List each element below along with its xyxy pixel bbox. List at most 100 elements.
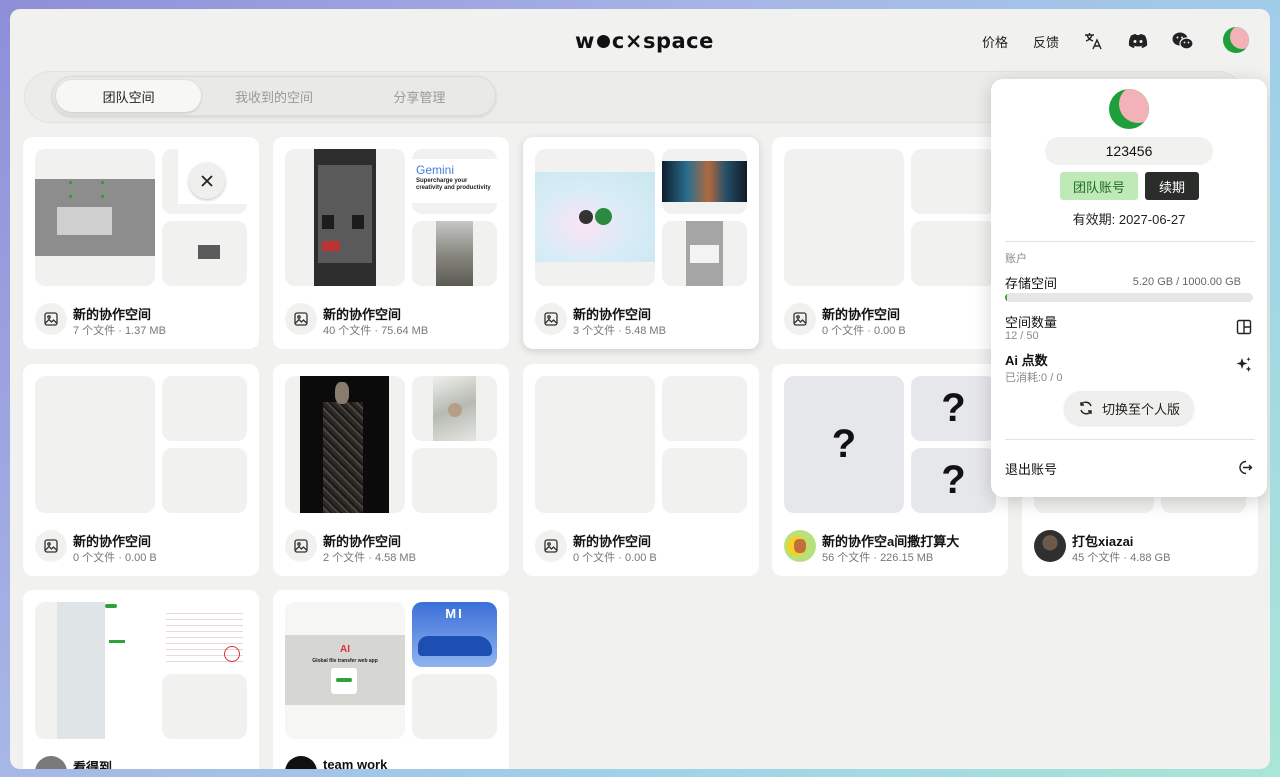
space-tabs: 团队空间 我收到的空间 分享管理 <box>52 76 496 116</box>
logo-dot <box>596 34 610 48</box>
logo[interactable]: w c ×space <box>575 27 714 55</box>
gemini-brand: Gemini <box>416 163 455 177</box>
image-icon <box>35 530 67 562</box>
card-title: 新的协作空间 <box>573 534 652 549</box>
storage-bar <box>1005 293 1253 302</box>
renew-button[interactable]: 续期 <box>1145 172 1199 200</box>
space-card[interactable]: 新的协作空间 0 个文件 · 0.00 B <box>23 364 259 576</box>
card-title: 新的协作空间 <box>323 534 402 549</box>
card-meta: 3 个文件 · 5.48 MB <box>573 325 666 337</box>
nav-pricing-wrap: 价格 <box>982 29 1008 53</box>
account-avatar <box>1109 89 1149 129</box>
card-meta: 7 个文件 · 1.37 MB <box>73 325 166 337</box>
tab-team-space[interactable]: 团队空间 <box>56 80 202 112</box>
thumbnail <box>162 221 247 286</box>
image-icon <box>285 530 317 562</box>
space-card[interactable]: 新的协作空间 3 个文件 · 5.48 MB <box>523 137 759 349</box>
thumbnail <box>285 149 405 286</box>
gemini-tagline: Supercharge your creativity and producti… <box>416 178 491 191</box>
space-card[interactable]: 新的协作空间 2 个文件 · 4.58 MB <box>273 364 509 576</box>
thumbnail: ? <box>911 376 996 441</box>
thumbnail <box>662 149 747 214</box>
account-popover: 123456 团队账号 续期 有效期: 2027-06-27 账户 存储空间 5… <box>991 79 1267 497</box>
space-avatar <box>285 756 317 769</box>
divider <box>1005 439 1255 440</box>
storage-label: 存储空间 <box>1005 276 1058 291</box>
account-section-label: 账户 <box>1005 253 1027 265</box>
user-id: 123456 <box>1045 137 1213 165</box>
thumbnail: ? <box>784 376 904 513</box>
thumbnail: MI <box>412 602 497 667</box>
card-title: 新的协作空间 <box>323 307 402 322</box>
avatar-face <box>1119 89 1149 123</box>
thumbnail <box>662 376 747 441</box>
card-title: 新的协作空间 <box>73 534 152 549</box>
discord-icon[interactable] <box>1127 30 1149 52</box>
logout-icon[interactable] <box>1235 458 1253 476</box>
thumbnail <box>911 149 996 214</box>
nav-feedback[interactable]: 反馈 <box>1033 32 1059 51</box>
thumbnail <box>162 674 247 739</box>
tab-share-management[interactable]: 分享管理 <box>347 80 492 112</box>
image-icon <box>35 303 67 335</box>
card-title: 看得到 <box>73 760 113 769</box>
refresh-icon <box>1080 401 1092 415</box>
space-avatar <box>1034 530 1066 562</box>
nav-feedback-wrap: 反馈 <box>1033 29 1059 53</box>
thumbnail <box>35 149 155 286</box>
thumbnail <box>162 602 247 667</box>
thumbnail <box>35 602 155 739</box>
question-mark: ? <box>941 386 966 430</box>
layout-icon <box>1235 318 1253 336</box>
card-title: team work <box>323 757 388 769</box>
thumbnail <box>412 448 497 513</box>
space-avatar <box>35 756 67 769</box>
card-title: 新的协作空a间撒打算大 <box>822 534 960 549</box>
space-card[interactable]: AI Global file transfer web app MI team … <box>273 590 509 769</box>
space-card[interactable]: 新的协作空间 0 个文件 · 0.00 B <box>772 137 1008 349</box>
image-icon <box>784 303 816 335</box>
card-meta: 56 个文件 · 226.15 MB <box>822 552 934 564</box>
app-window: w c ×space 价格 反馈 团队空间 我收到的空间 分享管理 新的协作空间… <box>10 9 1270 769</box>
thumbnail: AI Global file transfer web app <box>285 602 405 739</box>
translate-icon[interactable] <box>1082 30 1104 52</box>
user-avatar[interactable] <box>1223 27 1249 53</box>
card-meta: 40 个文件 · 75.64 MB <box>323 325 429 337</box>
thumbnail <box>662 448 747 513</box>
thumbnail <box>412 221 497 286</box>
thumbnail <box>35 376 155 513</box>
ai-thumb-title: AI <box>340 644 350 655</box>
card-meta: 0 个文件 · 0.00 B <box>573 552 657 564</box>
switch-to-personal-button[interactable]: 切换至个人版 <box>1064 391 1194 425</box>
card-title: 新的协作空间 <box>73 307 152 322</box>
nav-pricing[interactable]: 价格 <box>982 32 1008 51</box>
thumbnail <box>911 221 996 286</box>
thumbnail <box>162 376 247 441</box>
space-card[interactable]: 看得到 <box>23 590 259 769</box>
thumbnail: ? <box>911 448 996 513</box>
tab-received-space[interactable]: 我收到的空间 <box>201 80 346 112</box>
thumbnail <box>412 376 497 441</box>
thumbnail <box>285 376 405 513</box>
thumbnail <box>662 221 747 286</box>
space-card[interactable]: Gemini Supercharge your creativity and p… <box>273 137 509 349</box>
thumbnail <box>412 674 497 739</box>
discord-wrap <box>1127 29 1149 53</box>
thumbnail <box>784 149 904 286</box>
space-card[interactable]: ? ? ? 新的协作空a间撒打算大 56 个文件 · 226.15 MB <box>772 364 1008 576</box>
wechat-icon[interactable] <box>1172 30 1194 52</box>
card-title: 打包xiazai <box>1072 534 1134 549</box>
translate-wrap <box>1082 29 1104 53</box>
ai-points-label: Ai 点数 <box>1005 353 1048 368</box>
storage-value: 5.20 GB / 1000.00 GB <box>1132 276 1241 288</box>
mi-thumb-brand: MI <box>445 606 464 621</box>
space-card[interactable]: 新的协作空间 7 个文件 · 1.37 MB <box>23 137 259 349</box>
close-icon[interactable] <box>189 163 225 199</box>
divider <box>1005 241 1255 242</box>
space-card[interactable]: 新的协作空间 0 个文件 · 0.00 B <box>523 364 759 576</box>
thumbnail <box>535 149 655 286</box>
card-meta: 2 个文件 · 4.58 MB <box>323 552 416 564</box>
thumbnail <box>162 448 247 513</box>
space-avatar <box>784 530 816 562</box>
logout-link[interactable]: 退出账号 <box>1005 459 1057 478</box>
